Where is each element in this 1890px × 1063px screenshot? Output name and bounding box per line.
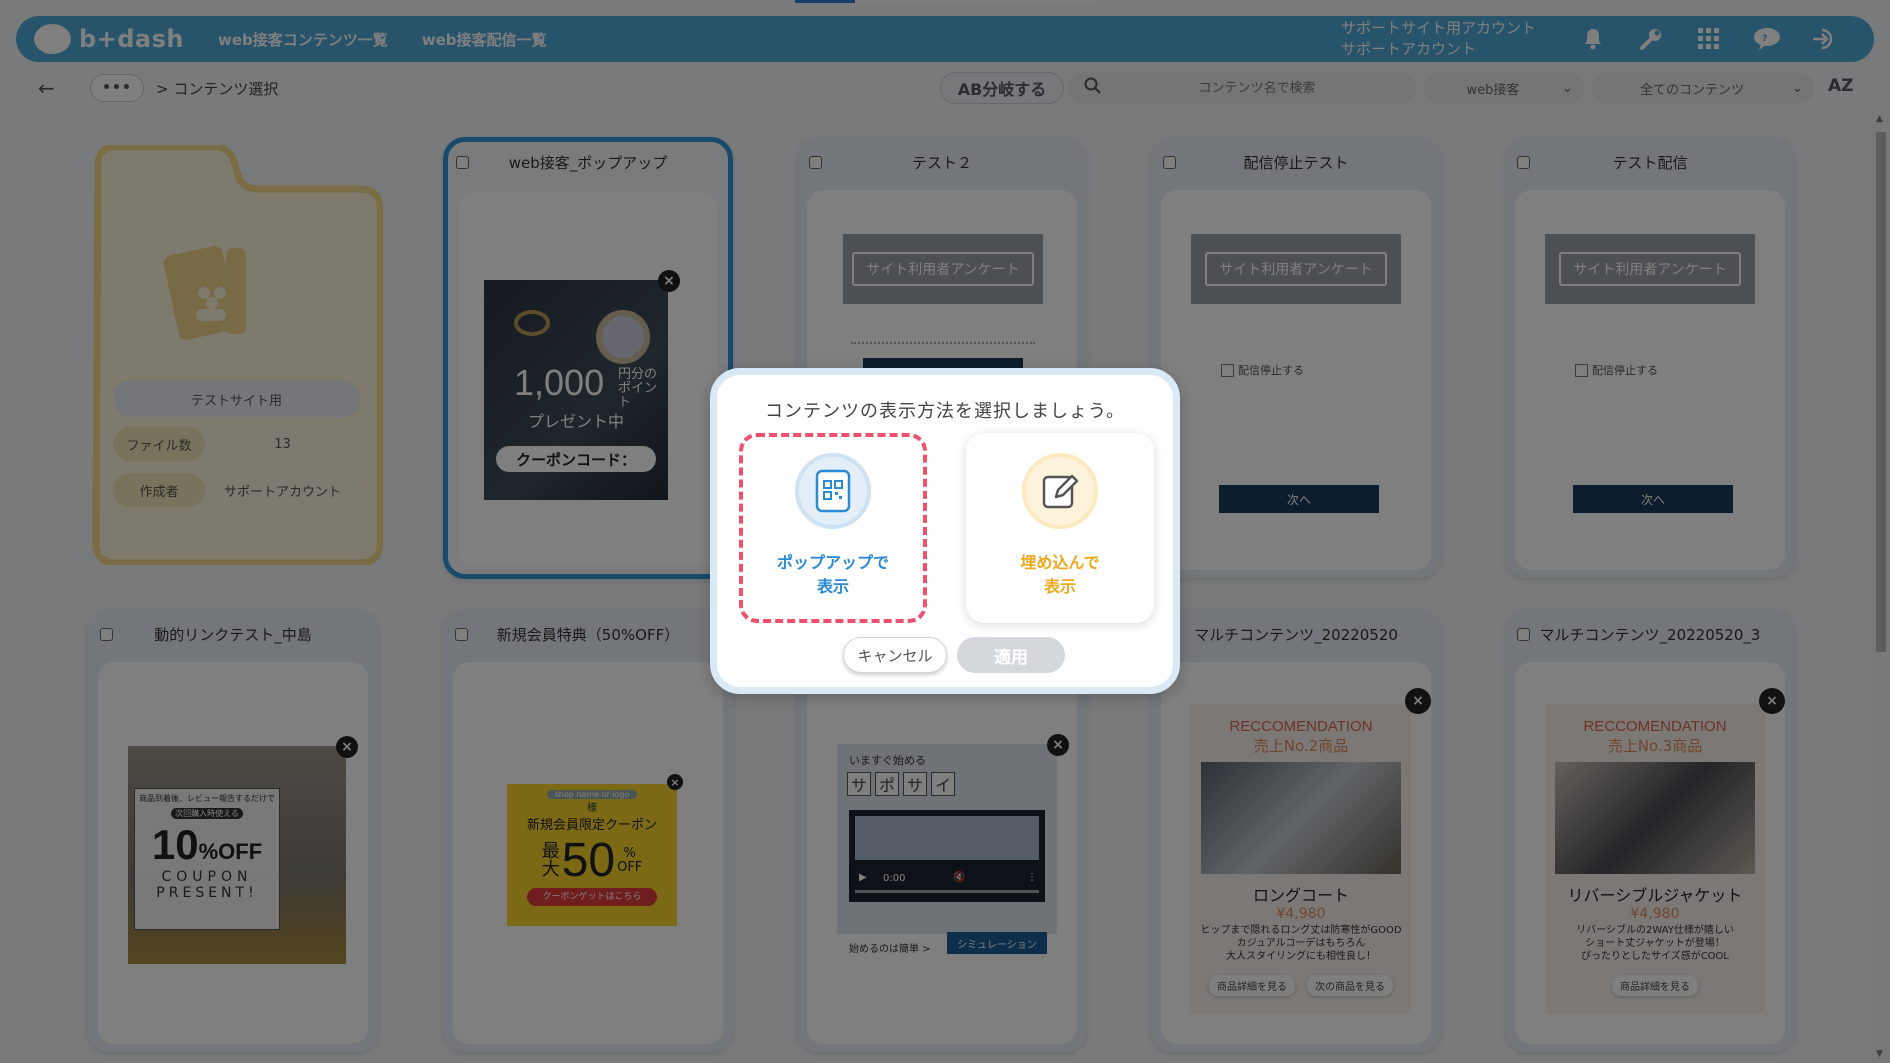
embed-display-option[interactable]: 埋め込んで 表示 — [966, 433, 1154, 623]
embed-option-label: 埋め込んで 表示 — [966, 551, 1154, 599]
embed-option-line1: 埋め込んで — [1020, 553, 1100, 572]
cancel-button[interactable]: キャンセル — [843, 637, 947, 673]
popup-circle — [795, 453, 871, 529]
edit-icon — [1042, 474, 1079, 509]
apply-button[interactable]: 適用 — [957, 637, 1065, 673]
popup-option-line2: 表示 — [816, 577, 849, 596]
popup-option-line1: ポップアップで — [776, 553, 889, 572]
popup-option-label: ポップアップで 表示 — [743, 551, 923, 599]
dialog-title: コンテンツの表示方法を選択しましょう。 — [765, 401, 1125, 422]
qr-phone-icon — [815, 469, 851, 513]
embed-circle — [1022, 453, 1098, 529]
popup-display-option[interactable]: ポップアップで 表示 — [739, 433, 927, 623]
display-method-dialog: コンテンツの表示方法を選択しましょう。 ポップアップで 表示 埋め込んで 表示 — [710, 368, 1180, 694]
embed-option-line2: 表示 — [1043, 577, 1076, 596]
